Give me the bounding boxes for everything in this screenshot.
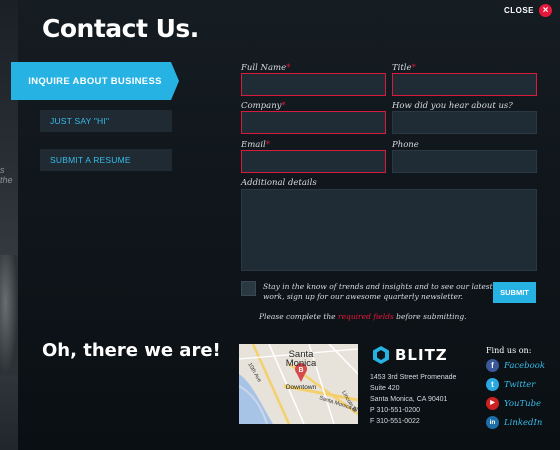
linkedin-icon: in xyxy=(486,416,499,429)
phone-label: Phone xyxy=(392,140,419,150)
tab-say-hi[interactable]: JUST SAY "HI" xyxy=(40,110,172,132)
heard-field[interactable] xyxy=(392,111,537,134)
background-person xyxy=(0,255,18,375)
close-button[interactable]: CLOSE × xyxy=(504,4,552,17)
form-notice: Please complete the required fields befo… xyxy=(259,312,467,321)
details-label: Additional details xyxy=(241,178,317,188)
blitz-logo-text: BLITZ xyxy=(395,346,448,364)
linkedin-label: LinkedIn xyxy=(504,417,543,428)
heard-label: How did you hear about us? xyxy=(392,101,513,111)
map-graphic: 10th Ave Santa Monica B Downtown Santa M… xyxy=(239,344,358,424)
address-line: Suite 420 xyxy=(370,385,400,392)
map-marker-letter: B xyxy=(298,367,303,374)
page-title: Contact Us. xyxy=(42,14,199,43)
twitter-icon: t xyxy=(486,378,499,391)
youtube-link[interactable]: ▶ YouTube xyxy=(486,397,541,410)
newsletter-checkbox[interactable] xyxy=(241,281,256,296)
location-map[interactable]: 10th Ave Santa Monica B Downtown Santa M… xyxy=(239,344,358,424)
title-label: Title* xyxy=(392,63,416,73)
contact-panel: Contact Us. CLOSE × INQUIRE ABOUT BUSINE… xyxy=(11,0,560,450)
blitz-logo[interactable]: BLITZ xyxy=(371,345,448,365)
facebook-link[interactable]: f Facebook xyxy=(486,359,545,372)
background-text: s the xyxy=(0,165,13,185)
phone-number: P 310-551-0200 xyxy=(370,407,421,414)
linkedin-link[interactable]: in LinkedIn xyxy=(486,416,542,429)
facebook-label: Facebook xyxy=(504,360,546,371)
map-area-label: Downtown xyxy=(286,384,317,391)
email-field[interactable] xyxy=(241,150,386,173)
youtube-label: YouTube xyxy=(504,398,542,409)
find-us-heading: Find us on: xyxy=(486,346,532,355)
address-line: Santa Monica, CA 90401 xyxy=(370,396,448,403)
phone-field[interactable] xyxy=(392,150,537,173)
blitz-logo-icon xyxy=(373,346,389,364)
title-field[interactable] xyxy=(392,73,537,96)
company-field[interactable] xyxy=(241,111,386,134)
company-address: 1453 3rd Street Promenade Suite 420 Sant… xyxy=(370,372,456,427)
tab-submit-resume[interactable]: SUBMIT A RESUME xyxy=(40,149,172,171)
company-label: Company* xyxy=(241,101,286,111)
twitter-link[interactable]: t Twitter xyxy=(486,378,535,391)
newsletter-text: Stay in the know of trends and insights … xyxy=(263,282,493,301)
twitter-label: Twitter xyxy=(504,379,536,390)
tab-inquire-business[interactable]: INQUIRE ABOUT BUSINESS xyxy=(11,62,179,100)
full-name-field[interactable] xyxy=(241,73,386,96)
fax-number: F 310-551-0022 xyxy=(370,418,420,425)
address-line: 1453 3rd Street Promenade xyxy=(370,374,457,381)
location-heading: Oh, there we are! xyxy=(42,340,221,361)
close-label: CLOSE xyxy=(503,6,534,15)
close-icon[interactable]: × xyxy=(539,4,552,17)
details-textarea[interactable] xyxy=(241,189,537,271)
full-name-label: Full Name* xyxy=(241,63,291,73)
required-fields-link[interactable]: required fields xyxy=(338,312,394,321)
submit-button[interactable]: SUBMIT xyxy=(493,282,536,303)
facebook-icon: f xyxy=(486,359,499,372)
email-label: Email* xyxy=(241,140,271,150)
youtube-icon: ▶ xyxy=(486,397,499,410)
